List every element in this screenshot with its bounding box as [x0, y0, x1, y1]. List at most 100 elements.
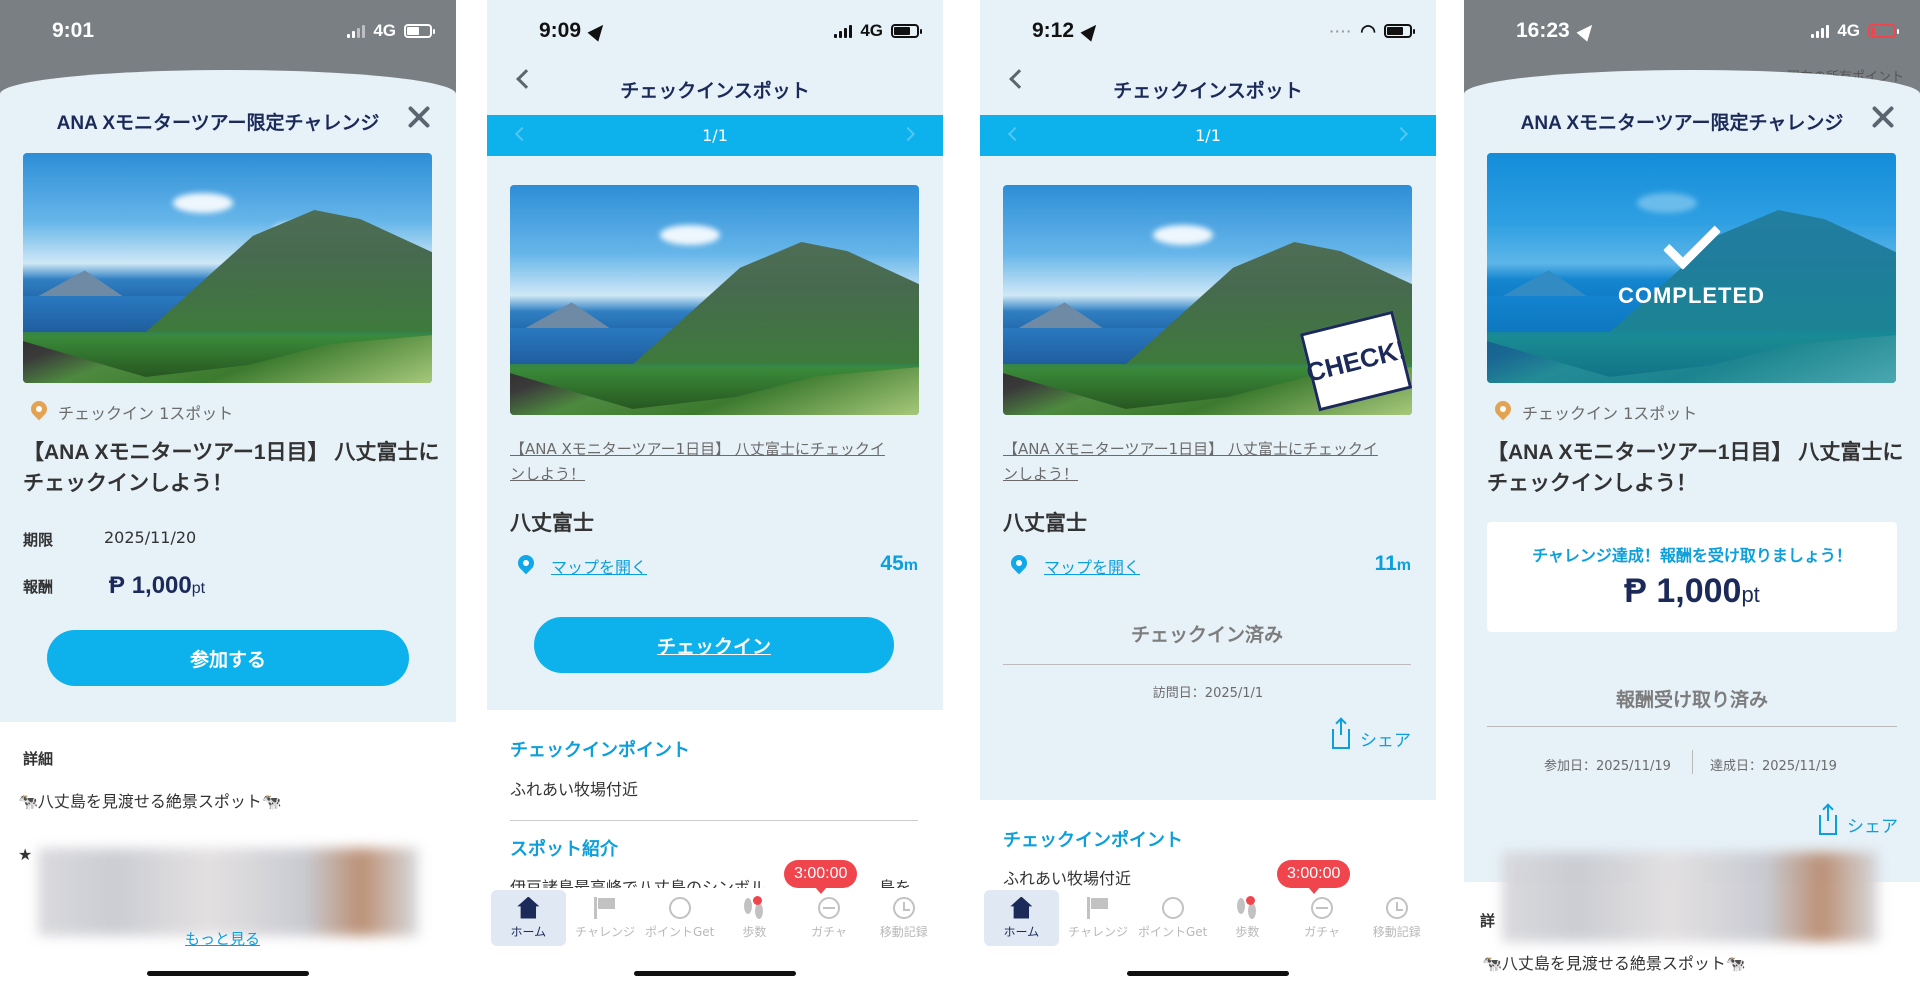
pager-next-icon[interactable] [900, 126, 916, 142]
checkmark-icon [1662, 212, 1721, 270]
status-indicators: 4G [834, 21, 922, 41]
point-amount: 1,000 [131, 572, 192, 599]
spot-pager: 1/1 [487, 115, 943, 156]
tab-gacha[interactable]: ガチャ [1285, 888, 1360, 948]
distance-readout: 45m [880, 552, 918, 576]
checkin-point-text: ふれあい牧場付近 [510, 780, 639, 799]
status-time: 16:23 [1516, 19, 1570, 42]
pager-prev-icon[interactable] [514, 126, 530, 142]
close-icon[interactable] [1870, 104, 1896, 130]
achieved-date: 達成日：2025/11/19 [1710, 759, 1837, 774]
coin-icon [1161, 896, 1184, 919]
tab-label: 歩数 [742, 924, 767, 939]
open-map-link[interactable]: マップを開く [1010, 554, 1140, 578]
challenge-link-line1: 【ANA Xモニターツアー1日目】 八丈富士にチェックイ [1003, 440, 1378, 458]
share-icon [1332, 718, 1350, 749]
pager-prev-icon[interactable] [1007, 126, 1023, 142]
distance-value: 11 [1374, 552, 1397, 575]
challenge-title-line1: 【ANA Xモニターツアー1日目】 八丈富士に [1487, 441, 1904, 464]
status-indicators: ···· ◠ [1330, 21, 1415, 42]
tab-point-get[interactable]: ポイントGet [642, 888, 717, 948]
visit-date: 訪問日：2025/1/1 [1152, 686, 1264, 701]
home-indicator [147, 971, 309, 976]
battery-icon [891, 24, 922, 38]
share-icon [1819, 804, 1837, 835]
tab-label: ホーム [510, 924, 547, 939]
tab-steps[interactable]: 歩数 [1210, 888, 1285, 948]
status-bar: 16:23 4G [1464, 0, 1920, 62]
status-bar: 9:12 ···· ◠ [980, 0, 1436, 62]
modal-title: ANA Xモニターツアー限定チャレンジ [56, 113, 380, 134]
notification-dot [1245, 896, 1255, 905]
tab-home[interactable]: ホーム [984, 890, 1059, 946]
tab-home[interactable]: ホーム [491, 890, 566, 946]
status-bar: 9:09 4G [487, 0, 943, 62]
pager-next-icon[interactable] [1393, 126, 1409, 142]
open-map-link[interactable]: マップを開く [517, 554, 647, 578]
tab-point-get[interactable]: ポイントGet [1135, 888, 1210, 948]
signal-icon [1811, 24, 1830, 38]
completed-label: COMPLETED [1617, 283, 1766, 308]
gacha-timer-badge: 3:00:00 [784, 860, 858, 894]
tab-challenge[interactable]: チャレンジ [568, 888, 643, 948]
spot-photo: COMPLETED [1487, 153, 1896, 383]
tab-label: 歩数 [1235, 924, 1260, 939]
join-button[interactable]: 参加する [47, 630, 409, 686]
battery-icon [1384, 24, 1415, 38]
description-text: 🐄八丈島を見渡せる絶景スポット🐄 [18, 792, 282, 811]
battery-icon [404, 24, 435, 38]
spot-intro-title: スポット紹介 [510, 839, 618, 859]
location-arrow-icon [587, 20, 609, 42]
divider [510, 820, 918, 821]
tab-history[interactable]: 移動記録 [866, 888, 941, 948]
share-button[interactable]: シェア [1819, 804, 1898, 837]
tab-history[interactable]: 移動記録 [1359, 888, 1434, 948]
more-link[interactable]: もっと見る [185, 928, 260, 949]
divider [1003, 664, 1411, 665]
spot-count: チェックイン 1スポット [30, 400, 233, 424]
notification-dot [752, 896, 762, 905]
home-indicator [1127, 971, 1289, 976]
challenge-link[interactable]: 【ANA Xモニターツアー1日目】 八丈富士にチェックイ ンしよう！ [510, 437, 922, 487]
checkin-button[interactable]: チェックイン [534, 617, 894, 673]
blurred-content [38, 848, 418, 936]
distance-unit: m [1396, 557, 1411, 574]
tab-label: ガチャ [1304, 924, 1340, 939]
tab-label: ポイントGet [1137, 924, 1208, 939]
tab-steps[interactable]: 歩数 [717, 888, 792, 948]
close-icon[interactable] [406, 104, 432, 130]
challenge-link[interactable]: 【ANA Xモニターツアー1日目】 八丈富士にチェックイ ンしよう！ [1003, 437, 1415, 487]
tab-challenge[interactable]: チャレンジ [1061, 888, 1136, 948]
distance-value: 45 [880, 552, 904, 575]
status-time: 9:01 [52, 19, 95, 42]
tab-gacha[interactable]: ガチャ [792, 888, 867, 948]
clock-icon [1385, 896, 1408, 919]
modal-title: ANA Xモニターツアー限定チャレンジ [1520, 113, 1844, 134]
spot-count: チェックイン 1スポット [1494, 400, 1697, 424]
joined-date: 参加日：2025/11/19 [1544, 759, 1671, 774]
status-time-group: 9:09 [539, 19, 609, 43]
network-label: 4G [373, 21, 396, 40]
location-pin-icon [1494, 401, 1512, 423]
screen-checkin-spot: 9:09 4G チェックインスポット 1/1 【ANA Xモニターツアー1日目】… [487, 0, 943, 986]
spot-count-label: チェックイン 1スポット [58, 404, 234, 423]
status-indicators: 4G [1811, 21, 1899, 41]
details-label: 詳 [1480, 912, 1496, 930]
share-button[interactable]: シェア [1332, 718, 1411, 751]
reward-label: 報酬 [23, 578, 54, 596]
screen-join-challenge: 9:01 4G ANA Xモニターツアー限定チャレンジ チェックイン 1スポット… [0, 0, 456, 986]
spot-count-label: チェックイン 1スポット [1522, 404, 1698, 423]
period-value: 2025/11/20 [104, 528, 197, 547]
point-unit: pt [191, 580, 206, 597]
home-icon [1010, 896, 1033, 919]
distance-readout: 11m [1375, 552, 1411, 576]
signal-icon [347, 24, 366, 38]
pager-count: 1/1 [702, 126, 728, 145]
point-symbol: Ᵽ [109, 572, 126, 599]
challenge-title: 【ANA Xモニターツアー1日目】 八丈富士に チェックインしよう！ [1487, 437, 1903, 499]
open-map-label: マップを開く [1044, 558, 1141, 577]
location-pin-icon [1010, 555, 1028, 577]
reward-points: Ᵽ 1,000pt [1487, 572, 1897, 611]
tab-label: ポイントGet [644, 924, 715, 939]
signal-icon [834, 24, 853, 38]
